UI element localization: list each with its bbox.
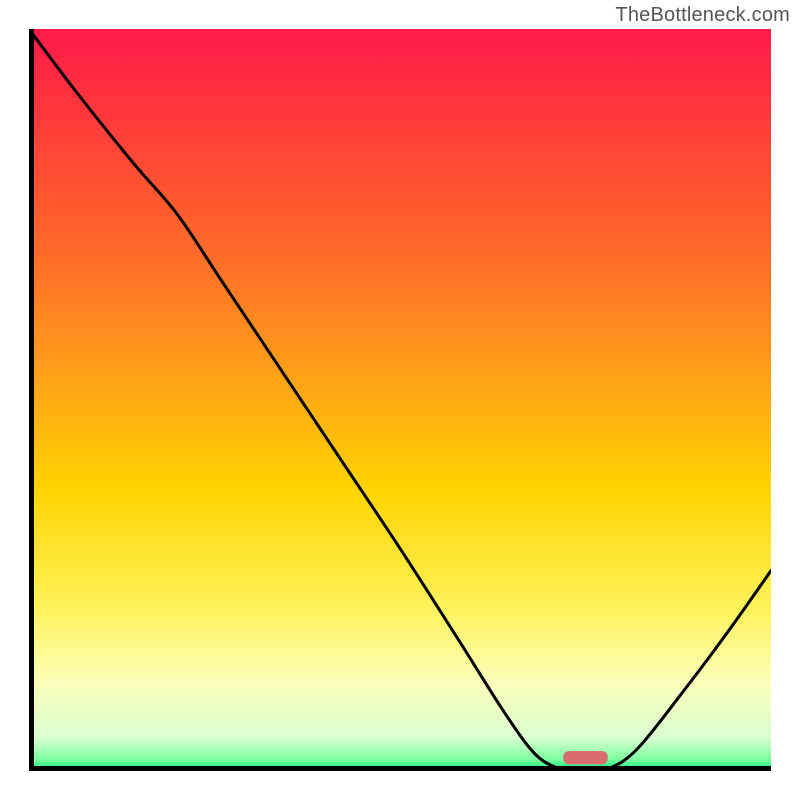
chart-page: TheBottleneck.com xyxy=(0,0,800,800)
plot-axes-frame xyxy=(29,29,771,771)
watermark-text: TheBottleneck.com xyxy=(615,4,790,27)
